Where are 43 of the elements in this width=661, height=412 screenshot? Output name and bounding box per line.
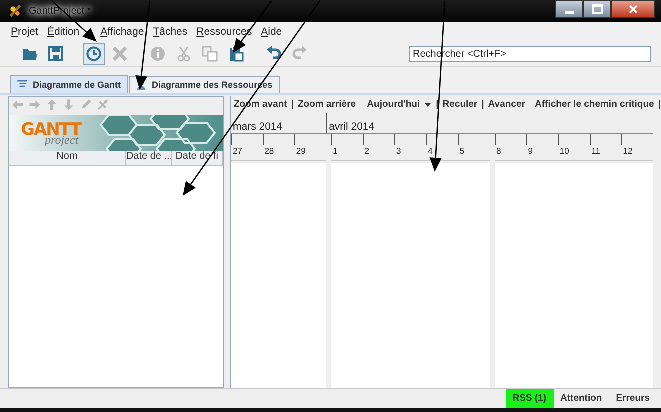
maximize-button[interactable] — [583, 0, 611, 18]
left-arrow-icon — [12, 99, 24, 111]
down-arrow-icon — [63, 99, 75, 111]
right-arrow-icon — [29, 99, 41, 111]
column-header[interactable]: Date de fi — [172, 151, 223, 165]
separator: | — [658, 99, 661, 110]
redo-icon — [292, 46, 308, 62]
gantt-icon — [17, 79, 28, 90]
status-item[interactable]: RSS (1) — [506, 389, 554, 408]
copy-icon — [202, 46, 218, 62]
menu-item[interactable]: Aide — [261, 26, 282, 38]
minimize-button[interactable] — [555, 0, 583, 18]
close-button[interactable] — [611, 0, 655, 18]
menu-item[interactable]: Affichage — [100, 26, 144, 38]
broken-link-icon — [97, 99, 109, 111]
cross-icon — [112, 46, 128, 62]
column-header[interactable]: Date de ... — [126, 151, 172, 165]
tab[interactable]: Diagramme de Gantt — [10, 75, 128, 93]
undo-icon — [266, 46, 282, 62]
info-icon — [150, 46, 166, 62]
menu-item[interactable]: Tâches — [153, 26, 188, 38]
toolbar-link[interactable]: Avancer — [488, 99, 526, 110]
pencil-icon — [80, 99, 92, 111]
menu-item[interactable]: Édition — [47, 26, 80, 38]
toolbar-link[interactable]: Zoom arrière — [298, 99, 356, 110]
separator: | — [436, 99, 439, 110]
caret-icon — [424, 100, 432, 108]
status-item[interactable]: Erreurs — [609, 389, 657, 408]
scissors-icon — [176, 46, 192, 62]
toolbar-link[interactable]: Afficher le chemin critique — [535, 99, 654, 110]
toolbar-link[interactable]: Reculer — [442, 99, 478, 110]
app-icon — [8, 4, 22, 18]
folder-icon — [22, 46, 38, 62]
status-item[interactable]: Attention — [554, 389, 610, 408]
separator: | — [482, 99, 484, 110]
menu-item[interactable]: Projet — [11, 26, 38, 38]
close-icon — [628, 4, 638, 14]
clock-icon — [86, 46, 102, 62]
separator: | — [291, 99, 294, 110]
up-arrow-icon — [46, 99, 58, 111]
window-title: GanttProject * — [27, 6, 93, 16]
today-dropdown[interactable]: Aujourd'hui — [367, 99, 432, 110]
column-header[interactable]: Nom — [9, 151, 126, 165]
